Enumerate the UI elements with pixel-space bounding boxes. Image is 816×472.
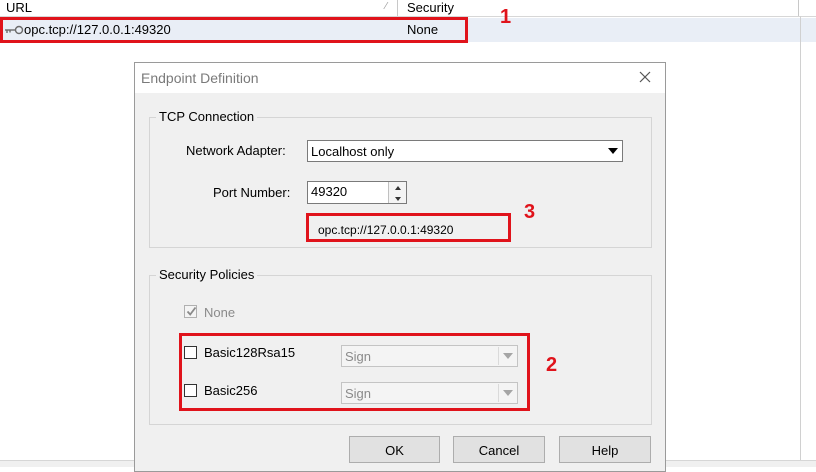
column-url-label: URL (6, 0, 33, 15)
spin-buttons (388, 182, 406, 203)
list-header: URL ⁄ Security (0, 0, 816, 17)
annotation-number-1: 1 (500, 6, 512, 28)
column-security-label: Security (407, 0, 454, 15)
chevron-down-icon[interactable] (604, 142, 621, 160)
network-adapter-label: Network Adapter: (186, 143, 286, 158)
network-adapter-value: Localhost only (311, 144, 395, 159)
annotation-box-1 (0, 17, 468, 43)
sort-indicator-icon: ⁄ (385, 1, 387, 12)
column-header-url[interactable]: URL ⁄ (0, 0, 398, 16)
policy-none-checkbox[interactable] (184, 305, 197, 318)
cancel-button[interactable]: Cancel (453, 436, 545, 463)
close-icon[interactable] (637, 69, 653, 85)
ok-button[interactable]: OK (349, 436, 440, 463)
port-number-label: Port Number: (213, 185, 291, 200)
network-adapter-select[interactable]: Localhost only (307, 140, 623, 162)
security-policies-legend: Security Policies (156, 267, 258, 283)
help-button[interactable]: Help (559, 436, 651, 463)
annotation-box-2 (179, 333, 530, 411)
spin-up-icon[interactable] (389, 182, 406, 193)
dialog-titlebar[interactable]: Endpoint Definition (135, 63, 665, 93)
spin-down-icon[interactable] (389, 193, 406, 204)
annotation-number-2: 2 (546, 354, 558, 376)
annotation-number-3: 3 (524, 201, 536, 223)
list-right-border (800, 16, 801, 466)
check-icon (186, 306, 197, 316)
tcp-connection-legend: TCP Connection (156, 109, 258, 125)
policy-none-label: None (204, 305, 236, 320)
port-number-stepper[interactable]: 49320 (307, 181, 407, 204)
annotation-box-3 (306, 213, 511, 242)
dialog-title: Endpoint Definition (141, 70, 259, 86)
column-header-security[interactable]: Security (399, 0, 799, 16)
port-number-value: 49320 (311, 184, 348, 199)
